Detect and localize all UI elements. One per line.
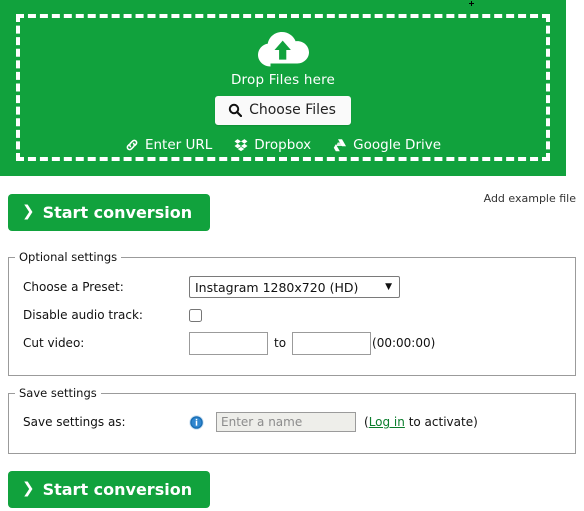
save-settings-row: Save settings as: (Log in to activate) <box>9 400 575 432</box>
cut-video-from-input[interactable] <box>189 331 268 355</box>
choose-files-label: Choose Files <box>249 102 336 118</box>
google-drive-icon <box>333 138 347 152</box>
save-settings-legend: Save settings <box>19 386 97 400</box>
dropbox-label: Dropbox <box>254 137 312 153</box>
start-conversion-label-bottom: Start conversion <box>42 480 193 499</box>
dropzone-dashed-border[interactable]: Drop Files here Choose Files Enter URL D… <box>16 14 550 161</box>
preset-select-wrapper[interactable]: Instagram 1280x720 (HD) ▼ <box>189 276 400 298</box>
drop-files-text: Drop Files here <box>230 72 336 88</box>
external-sources-row: Enter URL Dropbox Google Drive <box>125 137 441 153</box>
cut-video-format-hint: (00:00:00) <box>372 336 436 350</box>
info-icon[interactable] <box>189 414 204 430</box>
cut-video-label: Cut video: <box>23 336 85 350</box>
disable-audio-label: Disable audio track: <box>23 308 143 322</box>
cut-video-to-word: to <box>274 336 287 350</box>
google-drive-label: Google Drive <box>353 137 442 153</box>
preset-label: Choose a Preset: <box>23 280 124 294</box>
choose-files-button[interactable]: Choose Files <box>215 96 351 125</box>
start-conversion-label-top: Start conversion <box>42 203 193 222</box>
disable-audio-checkbox[interactable] <box>189 308 202 322</box>
login-note: (Log in to activate) <box>364 415 478 429</box>
login-note-suffix: to activate) <box>404 415 478 429</box>
enter-url-label: Enter URL <box>144 137 213 153</box>
save-settings-fieldset: Save settings Save settings as: (Log in … <box>8 386 576 454</box>
disable-audio-row: Disable audio track: <box>23 302 575 328</box>
optional-settings-body: Choose a Preset: Instagram 1280x720 (HD)… <box>9 264 575 356</box>
start-conversion-button-top[interactable]: ❯ Start conversion <box>8 194 211 231</box>
google-drive-link[interactable]: Google Drive <box>333 137 441 153</box>
enter-url-link[interactable]: Enter URL <box>125 137 212 153</box>
chevron-right-icon: ❯ <box>22 479 35 497</box>
file-dropzone[interactable]: Drop Files here Choose Files Enter URL D… <box>0 0 566 176</box>
dropbox-link[interactable]: Dropbox <box>234 137 311 153</box>
login-link[interactable]: Log in <box>369 415 405 429</box>
add-example-file-link[interactable]: Add example file <box>484 192 576 205</box>
search-icon <box>228 103 243 118</box>
link-icon <box>125 138 139 152</box>
chevron-right-icon: ❯ <box>22 202 35 220</box>
optional-settings-fieldset: Optional settings Choose a Preset: Insta… <box>8 250 576 376</box>
save-settings-label: Save settings as: <box>23 415 126 429</box>
cloud-upload-icon <box>255 28 311 68</box>
start-conversion-button-bottom[interactable]: ❯ Start conversion <box>8 471 211 508</box>
dropbox-icon <box>234 138 248 152</box>
cut-video-to-input[interactable] <box>292 331 372 355</box>
preset-select[interactable]: Instagram 1280x720 (HD) <box>189 276 400 298</box>
save-settings-name-input[interactable] <box>216 412 356 432</box>
optional-settings-legend: Optional settings <box>19 250 118 264</box>
cut-video-row: Cut video: to (00:00:00) <box>23 330 575 356</box>
preset-row: Choose a Preset: Instagram 1280x720 (HD)… <box>23 274 575 300</box>
